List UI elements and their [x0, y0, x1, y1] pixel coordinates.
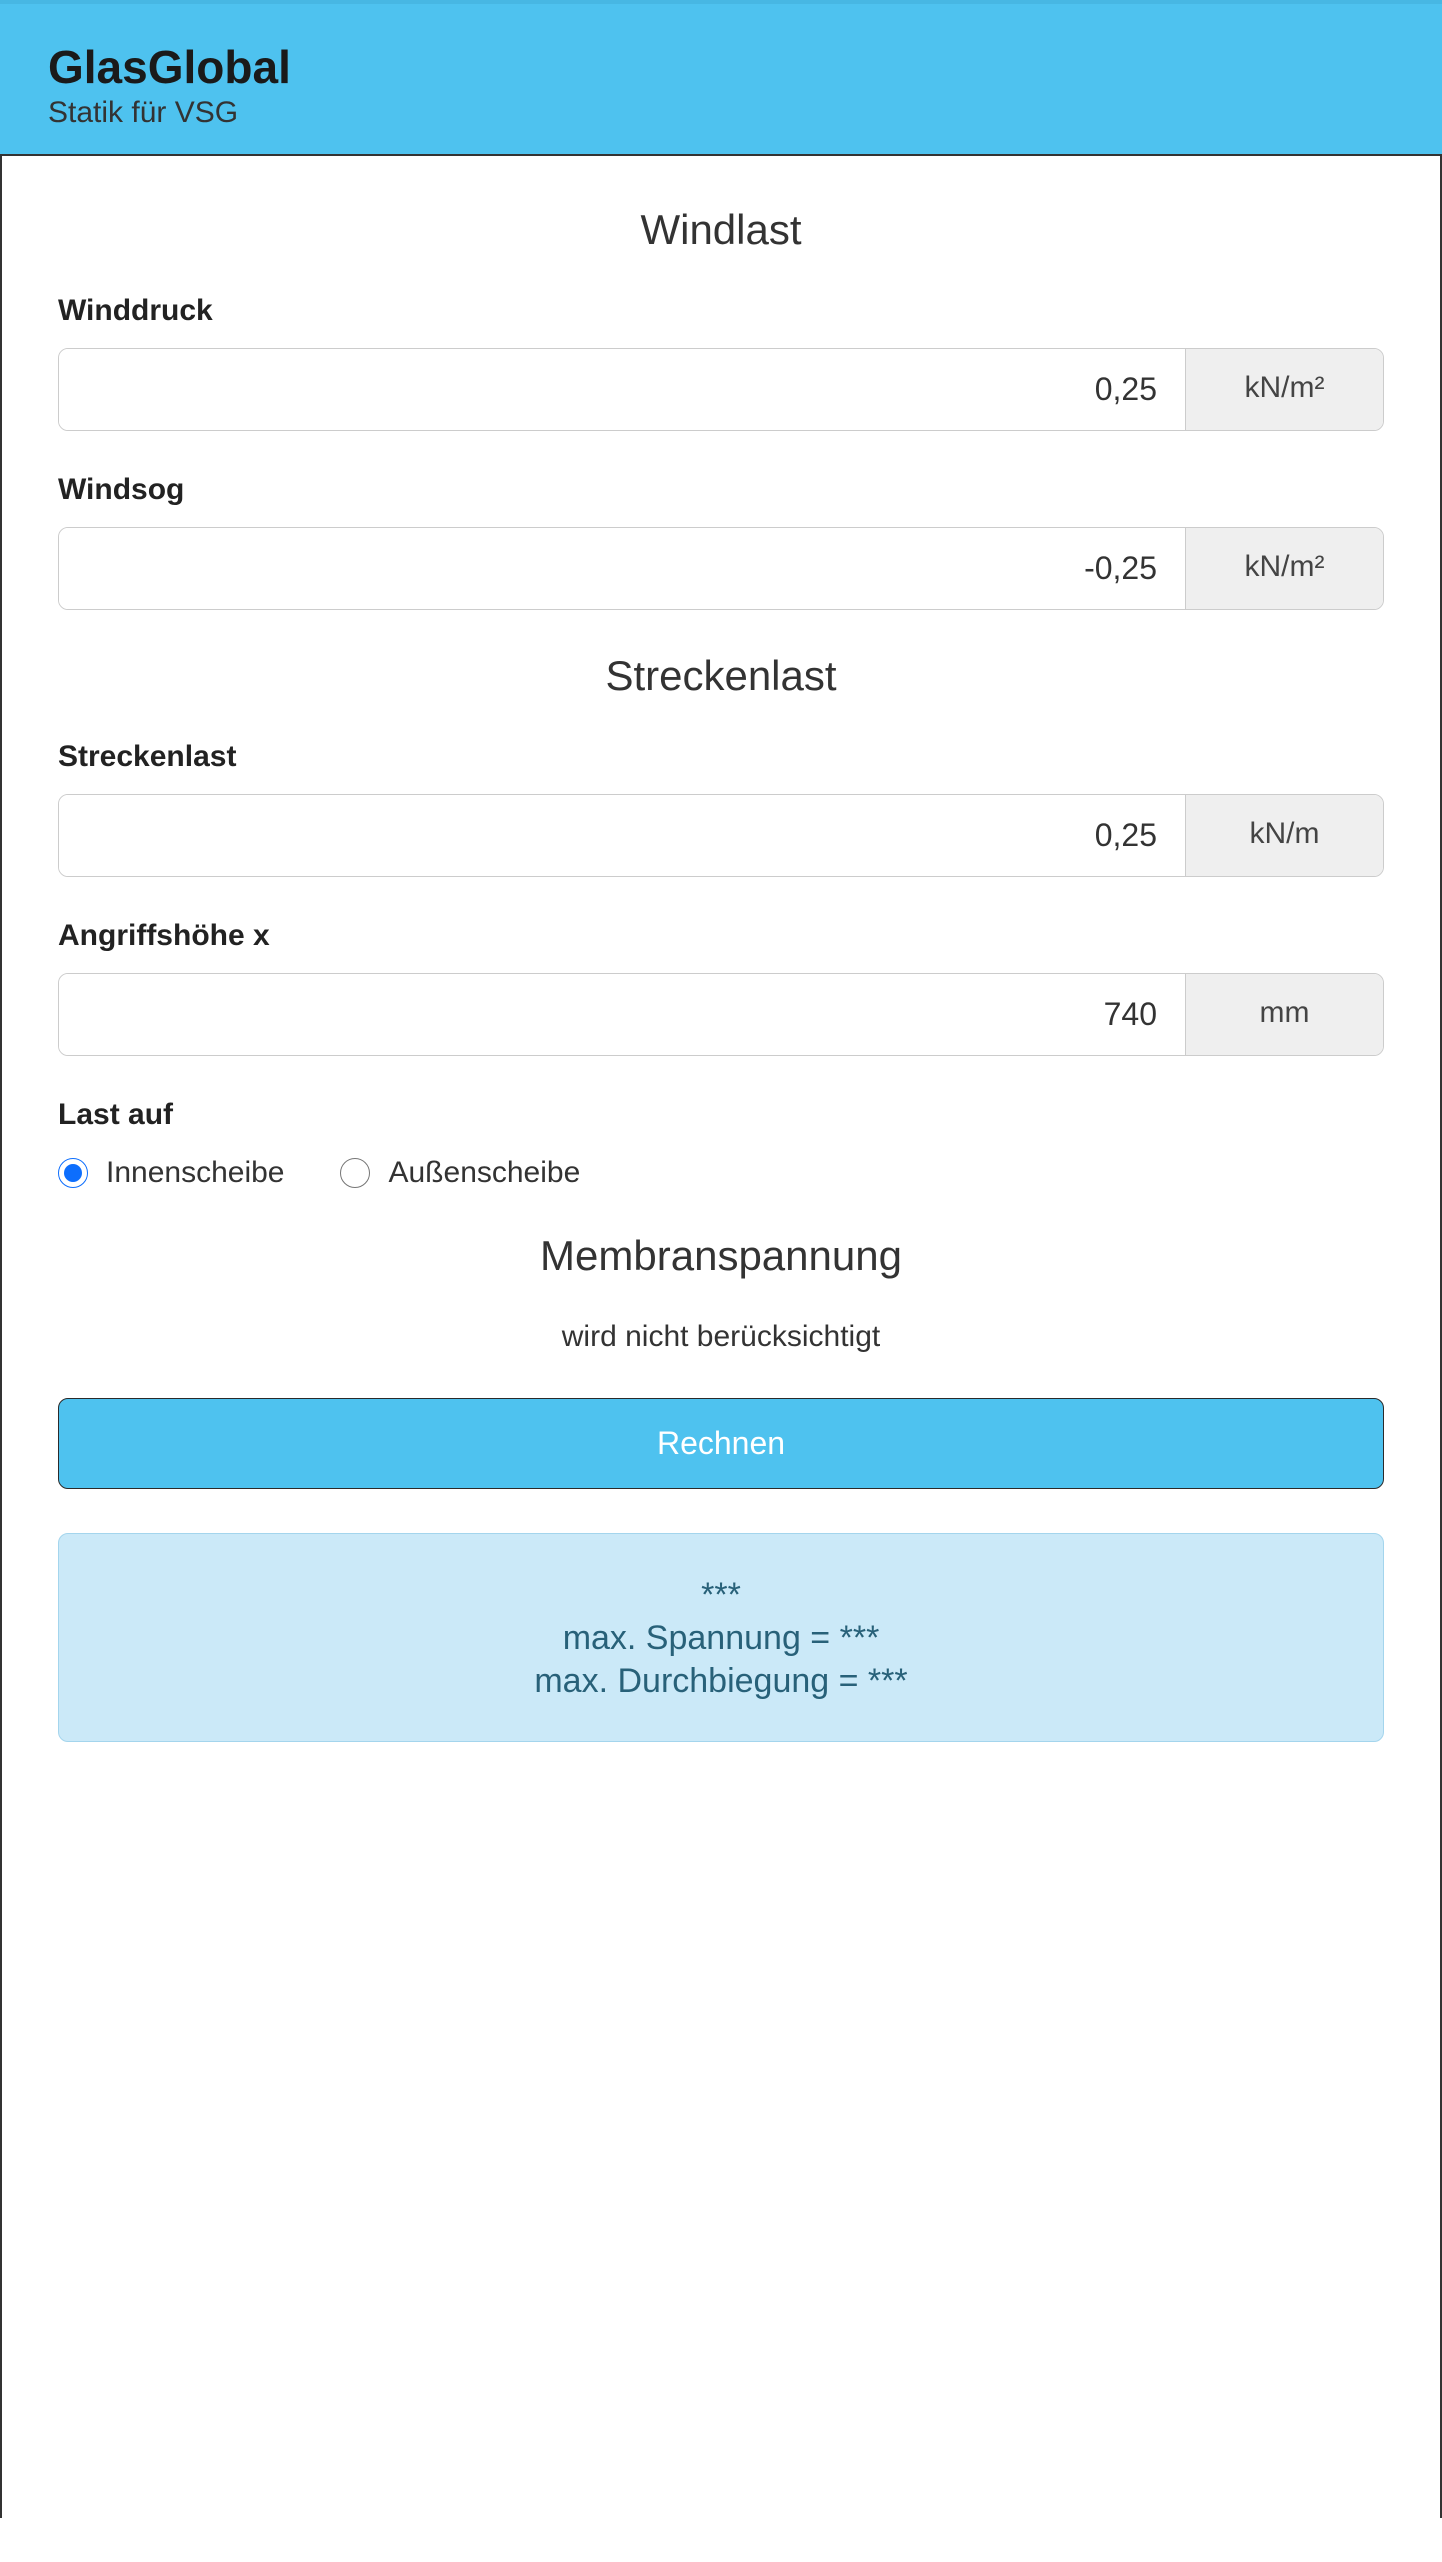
calculate-button[interactable]: Rechnen — [58, 1398, 1384, 1489]
section-heading-membranspannung: Membranspannung — [58, 1232, 1384, 1280]
radio-group-lastauf: Innenscheibe Außenscheibe — [58, 1156, 1384, 1190]
input-group-streckenlast: kN/m — [58, 794, 1384, 877]
app-header: GlasGlobal Statik für VSG — [0, 0, 1442, 156]
label-lastauf: Last auf — [58, 1098, 1384, 1132]
radio-option-innenscheibe[interactable]: Innenscheibe — [58, 1156, 284, 1190]
unit-windsog: kN/m² — [1185, 528, 1383, 609]
input-windsog[interactable] — [59, 528, 1185, 609]
result-box: *** max. Spannung = *** max. Durchbiegun… — [58, 1533, 1384, 1742]
label-windsog: Windsog — [58, 473, 1384, 507]
input-group-winddruck: kN/m² — [58, 348, 1384, 431]
input-streckenlast[interactable] — [59, 795, 1185, 876]
input-group-windsog: kN/m² — [58, 527, 1384, 610]
label-angriffshoehe: Angriffshöhe x — [58, 919, 1384, 953]
membranspannung-note: wird nicht berücksichtigt — [58, 1320, 1384, 1354]
input-angriffshoehe[interactable] — [59, 974, 1185, 1055]
input-group-angriffshoehe: mm — [58, 973, 1384, 1056]
field-lastauf: Last auf Innenscheibe Außenscheibe — [58, 1098, 1384, 1190]
section-heading-streckenlast: Streckenlast — [58, 652, 1384, 700]
result-line-2: max. Spannung = *** — [79, 1619, 1363, 1658]
radio-innenscheibe[interactable] — [58, 1158, 88, 1188]
main-content: Windlast Winddruck kN/m² Windsog kN/m² S… — [0, 156, 1442, 2518]
field-streckenlast: Streckenlast kN/m — [58, 740, 1384, 877]
radio-aussenscheibe[interactable] — [340, 1158, 370, 1188]
radio-option-aussenscheibe[interactable]: Außenscheibe — [340, 1156, 580, 1190]
field-winddruck: Winddruck kN/m² — [58, 294, 1384, 431]
unit-winddruck: kN/m² — [1185, 349, 1383, 430]
unit-streckenlast: kN/m — [1185, 795, 1383, 876]
field-angriffshoehe: Angriffshöhe x mm — [58, 919, 1384, 1056]
app-subtitle: Statik für VSG — [48, 96, 1394, 130]
unit-angriffshoehe: mm — [1185, 974, 1383, 1055]
input-winddruck[interactable] — [59, 349, 1185, 430]
radio-label-innenscheibe: Innenscheibe — [106, 1156, 284, 1190]
radio-label-aussenscheibe: Außenscheibe — [388, 1156, 580, 1190]
field-windsog: Windsog kN/m² — [58, 473, 1384, 610]
label-streckenlast: Streckenlast — [58, 740, 1384, 774]
app-title: GlasGlobal — [48, 40, 1394, 94]
section-heading-windlast: Windlast — [58, 206, 1384, 254]
label-winddruck: Winddruck — [58, 294, 1384, 328]
result-line-3: max. Durchbiegung = *** — [79, 1662, 1363, 1701]
result-line-1: *** — [79, 1576, 1363, 1615]
